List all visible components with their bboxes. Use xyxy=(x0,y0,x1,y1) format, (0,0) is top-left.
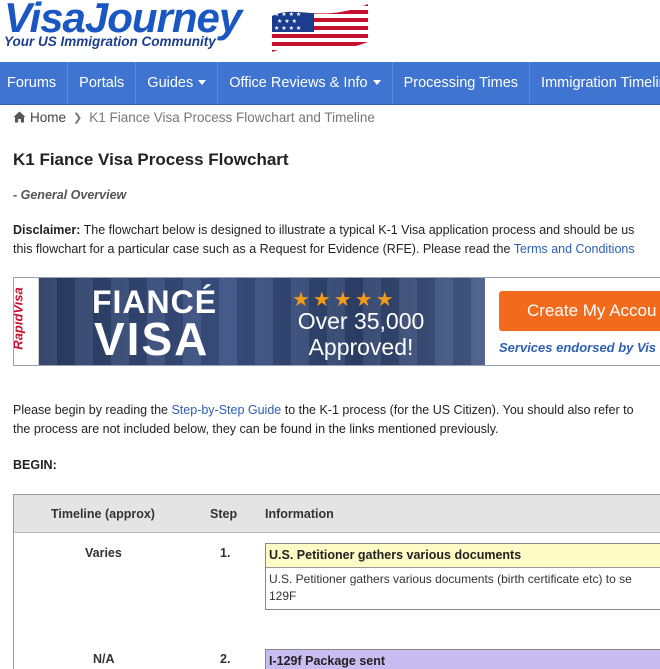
row1-info-body: U.S. Petitioner gathers various document… xyxy=(266,568,660,609)
nav-forums-label: Forums xyxy=(7,75,57,91)
nav-portals-label: Portals xyxy=(79,75,125,91)
nav-immigration-timelines-label: Immigration Timelines xyxy=(541,75,660,91)
disclaimer-text-line2: this flowchart for a particular case suc… xyxy=(13,242,514,256)
banner-over-line2: Approved! xyxy=(308,334,414,360)
intro-text-b: to the K-1 process (for the US Citizen).… xyxy=(281,403,634,417)
rapidvisa-brand: RapidVisa xyxy=(13,287,26,350)
nav-guides[interactable]: Guides xyxy=(136,62,219,104)
site-tagline: Your US Immigration Community xyxy=(4,34,216,49)
disclaimer-paragraph: Disclaimer: The flowchart below is desig… xyxy=(13,221,635,259)
row2-step: 2. xyxy=(220,652,231,666)
us-flag-icon: ★ ★ ★ ★ ★ ★ ★ ★ ★ ★ ★ xyxy=(272,4,368,52)
breadcrumb: Home ❯ K1 Fiance Visa Process Flowchart … xyxy=(13,108,375,126)
endorsed-text: Services endorsed by Vis xyxy=(499,340,657,355)
svg-text:★ ★ ★ ★: ★ ★ ★ ★ xyxy=(274,25,301,32)
terms-link[interactable]: Terms and Conditions xyxy=(514,242,635,256)
main-navbar: Forums Portals Guides Office Reviews & I… xyxy=(0,62,660,105)
chevron-right-icon: ❯ xyxy=(73,111,83,124)
row2-timeline: N/A xyxy=(93,652,115,666)
nav-guides-label: Guides xyxy=(147,75,194,91)
create-account-button[interactable]: Create My Accou xyxy=(499,291,660,331)
step-by-step-guide-link[interactable]: Step-by-Step Guide xyxy=(171,403,281,417)
caret-down-icon xyxy=(198,80,207,85)
table-header: Timeline (approx) Step Information xyxy=(14,495,660,533)
intro-text-line2: the process are not included below, they… xyxy=(13,422,499,436)
begin-label: BEGIN: xyxy=(13,458,57,472)
breadcrumb-current: K1 Fiance Visa Process Flowchart and Tim… xyxy=(89,109,375,125)
row1-info-line1: U.S. Petitioner gathers various document… xyxy=(269,572,632,586)
banner-over-line1: Over 35,000 xyxy=(297,308,425,334)
svg-text:★ ★ ★: ★ ★ ★ xyxy=(277,18,297,25)
intro-text-a: Please begin by reading the xyxy=(13,403,172,417)
row1-info-title: U.S. Petitioner gathers various document… xyxy=(266,544,660,568)
row1-step: 1. xyxy=(220,546,231,560)
header-information: Information xyxy=(265,507,334,521)
nav-processing-times[interactable]: Processing Times xyxy=(393,62,531,104)
disclaimer-text-line1: The flowchart below is designed to illus… xyxy=(80,223,635,237)
page-title: K1 Fiance Visa Process Flowchart xyxy=(13,150,289,169)
header-step: Step xyxy=(210,507,238,521)
home-icon xyxy=(13,111,26,123)
svg-text:★ ★ ★ ★: ★ ★ ★ ★ xyxy=(274,11,301,18)
row2-info-title: I-129f Package sent xyxy=(266,650,660,669)
nav-portals[interactable]: Portals xyxy=(68,62,137,104)
nav-processing-times-label: Processing Times xyxy=(403,75,519,91)
timeline-table: Timeline (approx) Step Information Varie… xyxy=(13,494,660,669)
disclaimer-label: Disclaimer: xyxy=(13,223,81,237)
row1-timeline: Varies xyxy=(85,546,122,560)
nav-forums[interactable]: Forums xyxy=(0,62,69,104)
page-subtitle: - General Overview xyxy=(13,188,127,202)
row2-info-box: I-129f Package sent xyxy=(265,649,660,669)
nav-office-reviews[interactable]: Office Reviews & Info xyxy=(218,62,393,104)
rapidvisa-logo: RapidVisa xyxy=(13,278,39,365)
banner-visa-text: VISA xyxy=(94,313,210,365)
nav-immigration-timelines[interactable]: Immigration Timelines xyxy=(530,62,660,104)
rapidvisa-banner-ad[interactable]: RapidVisa FIANCÉ VISA ★★★★★ Over 35,000 … xyxy=(13,277,660,366)
row1-info-box: U.S. Petitioner gathers various document… xyxy=(265,543,660,610)
row1-info-line2: 129F xyxy=(269,589,297,603)
nav-office-reviews-label: Office Reviews & Info xyxy=(229,75,368,91)
header-timeline: Timeline (approx) xyxy=(51,507,155,521)
banner-approved-text: Over 35,000 Approved! xyxy=(276,308,446,360)
intro-paragraph: Please begin by reading the Step-by-Step… xyxy=(13,401,634,439)
caret-down-icon xyxy=(372,80,381,85)
breadcrumb-home-link[interactable]: Home xyxy=(30,110,66,125)
site-header: VisaJourney Your US Immigration Communit… xyxy=(0,0,660,62)
